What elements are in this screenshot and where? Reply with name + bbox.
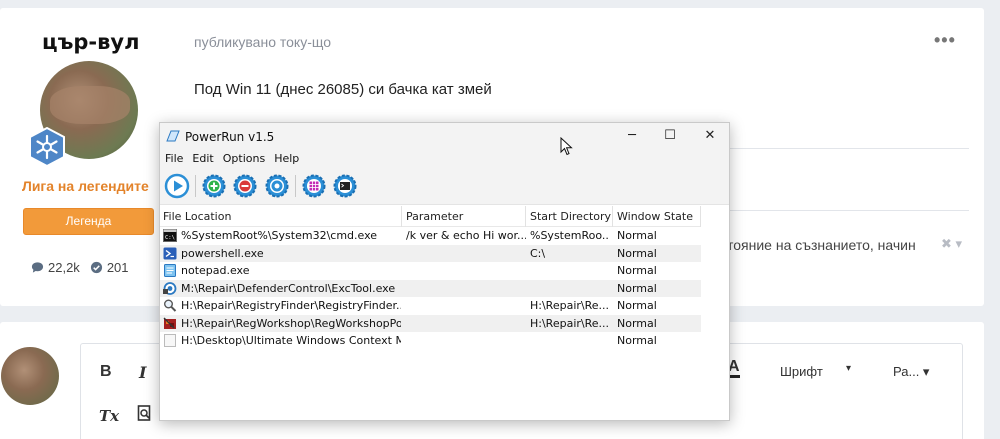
grid-gear-icon[interactable] xyxy=(301,173,327,199)
column-separator[interactable] xyxy=(612,206,613,227)
clear-format-button[interactable]: Tx xyxy=(99,407,119,425)
start-directory: H:\Repair\Re... xyxy=(530,299,610,312)
file-location: powershell.exe xyxy=(181,246,264,260)
italic-button[interactable]: I xyxy=(139,363,146,382)
checkmark-circle-icon xyxy=(90,261,102,274)
powerrun-window[interactable]: PowerRun v1.5 ─ ☐ ✕ File Edit Options He… xyxy=(159,122,730,421)
window-title: PowerRun v1.5 xyxy=(185,130,275,144)
table-row[interactable]: H:\Desktop\Ultimate Windows Context M...… xyxy=(160,332,701,350)
divider xyxy=(720,148,969,149)
post-username[interactable]: цър-вул xyxy=(42,30,139,54)
column-separator[interactable] xyxy=(525,206,526,227)
start-directory: %SystemRoo... xyxy=(530,229,610,242)
reputation-count: 201 xyxy=(90,260,129,275)
table-row[interactable]: notepad.exe Normal xyxy=(160,262,701,280)
file-location: H:\Repair\RegWorkshop\RegWorkshopPo... xyxy=(181,316,401,330)
table-row[interactable]: H:\Repair\RegistryFinder\RegistryFinder.… xyxy=(160,297,701,315)
menu-edit[interactable]: Edit xyxy=(187,150,217,168)
title-bar[interactable]: PowerRun v1.5 ─ ☐ ✕ xyxy=(160,123,729,150)
run-icon[interactable] xyxy=(164,173,190,199)
window-state: Normal xyxy=(617,316,657,330)
window-state: Normal xyxy=(617,229,657,242)
file-location: H:\Repair\RegistryFinder\RegistryFinder.… xyxy=(181,299,401,312)
menu-bar: File Edit Options Help xyxy=(160,150,729,168)
font-dropdown[interactable]: Шрифт xyxy=(780,364,823,379)
menu-options[interactable]: Options xyxy=(218,150,269,168)
post-timestamp[interactable]: публикувано току-що xyxy=(194,34,331,50)
reputation-value: 201 xyxy=(106,260,129,275)
file-location: M:\Repair\DefenderControl\ExcTool.exe xyxy=(181,281,396,295)
reply-avatar xyxy=(1,347,59,405)
find-replace-icon[interactable] xyxy=(137,405,152,421)
chevron-down-icon[interactable]: ▾ xyxy=(846,363,851,374)
magnifier-icon xyxy=(164,299,177,312)
window-state: Normal xyxy=(617,246,657,260)
member-stats: 22,2k 201 xyxy=(31,260,129,275)
menu-file[interactable]: File xyxy=(160,150,187,168)
powerrun-app-icon xyxy=(166,130,180,142)
toolbar xyxy=(160,168,729,205)
edit-gear-icon[interactable] xyxy=(264,173,290,199)
parameter: /k ver & echo Hi wor... xyxy=(406,229,526,242)
signature-controls-icon[interactable]: ✖ ▾ xyxy=(941,236,962,252)
window-state: Normal xyxy=(617,334,657,347)
menu-help[interactable]: Help xyxy=(269,150,303,168)
start-directory: H:\Repair\Re... xyxy=(530,316,610,330)
column-header-window-state[interactable]: Window State xyxy=(617,210,693,223)
table-row[interactable]: H:\Repair\RegWorkshop\RegWorkshopPo... H… xyxy=(160,314,701,332)
post-count: 22,2k xyxy=(31,260,80,275)
cmd-icon: C:\ xyxy=(163,229,177,242)
column-header-start-directory[interactable]: Start Directory xyxy=(530,210,611,223)
minimize-button[interactable]: ─ xyxy=(612,125,652,147)
svg-text:C:\: C:\ xyxy=(165,235,175,241)
blank-file-icon xyxy=(164,334,176,347)
snowflake-badge-icon xyxy=(29,127,65,167)
console-gear-icon[interactable] xyxy=(332,173,358,199)
program-list: C:\ %SystemRoot%\System32\cmd.exe /k ver… xyxy=(160,227,701,350)
more-options-icon[interactable]: ••• xyxy=(934,30,956,51)
post-count-value: 22,2k xyxy=(48,260,80,275)
divider xyxy=(720,210,969,211)
window-state: Normal xyxy=(617,264,657,277)
start-directory: C:\ xyxy=(530,246,546,260)
table-header: File Location Parameter Start Directory … xyxy=(160,206,701,227)
powershell-icon xyxy=(163,247,177,259)
maximize-button[interactable]: ☐ xyxy=(650,125,690,147)
table-row[interactable]: powershell.exe C:\ Normal xyxy=(160,244,701,262)
defender-icon xyxy=(163,281,177,295)
add-gear-icon[interactable] xyxy=(201,173,227,199)
post-content: Под Win 11 (днес 26085) си бачка кат зме… xyxy=(194,81,492,98)
table-row[interactable]: M:\Repair\DefenderControl\ExcTool.exe No… xyxy=(160,279,701,297)
window-state: Normal xyxy=(617,281,657,295)
toolbar-separator xyxy=(195,175,196,197)
signature-text: стояние на съзнанието, начин xyxy=(720,237,916,253)
bold-button[interactable]: B xyxy=(100,363,112,381)
file-location: H:\Desktop\Ultimate Windows Context M... xyxy=(181,334,401,347)
file-location: %SystemRoot%\System32\cmd.exe xyxy=(181,229,378,242)
member-rank: Лига на легендите xyxy=(22,178,149,194)
window-state: Normal xyxy=(617,299,657,312)
column-separator[interactable] xyxy=(401,206,402,227)
size-dropdown[interactable]: Ра... ▾ xyxy=(893,364,929,380)
column-separator[interactable] xyxy=(700,206,701,227)
remove-gear-icon[interactable] xyxy=(232,173,258,199)
rank-button[interactable]: Легенда xyxy=(23,208,154,235)
mouse-cursor-icon xyxy=(560,137,573,156)
column-header-parameter[interactable]: Parameter xyxy=(406,210,463,223)
table-row[interactable]: C:\ %SystemRoot%\System32\cmd.exe /k ver… xyxy=(160,227,701,245)
column-header-file-location[interactable]: File Location xyxy=(163,210,231,223)
notepad-icon xyxy=(164,264,176,277)
file-location: notepad.exe xyxy=(181,264,250,277)
regworkshop-icon xyxy=(163,317,176,329)
speech-bubble-icon xyxy=(31,262,44,273)
toolbar-separator xyxy=(295,175,296,197)
close-button[interactable]: ✕ xyxy=(690,125,730,147)
